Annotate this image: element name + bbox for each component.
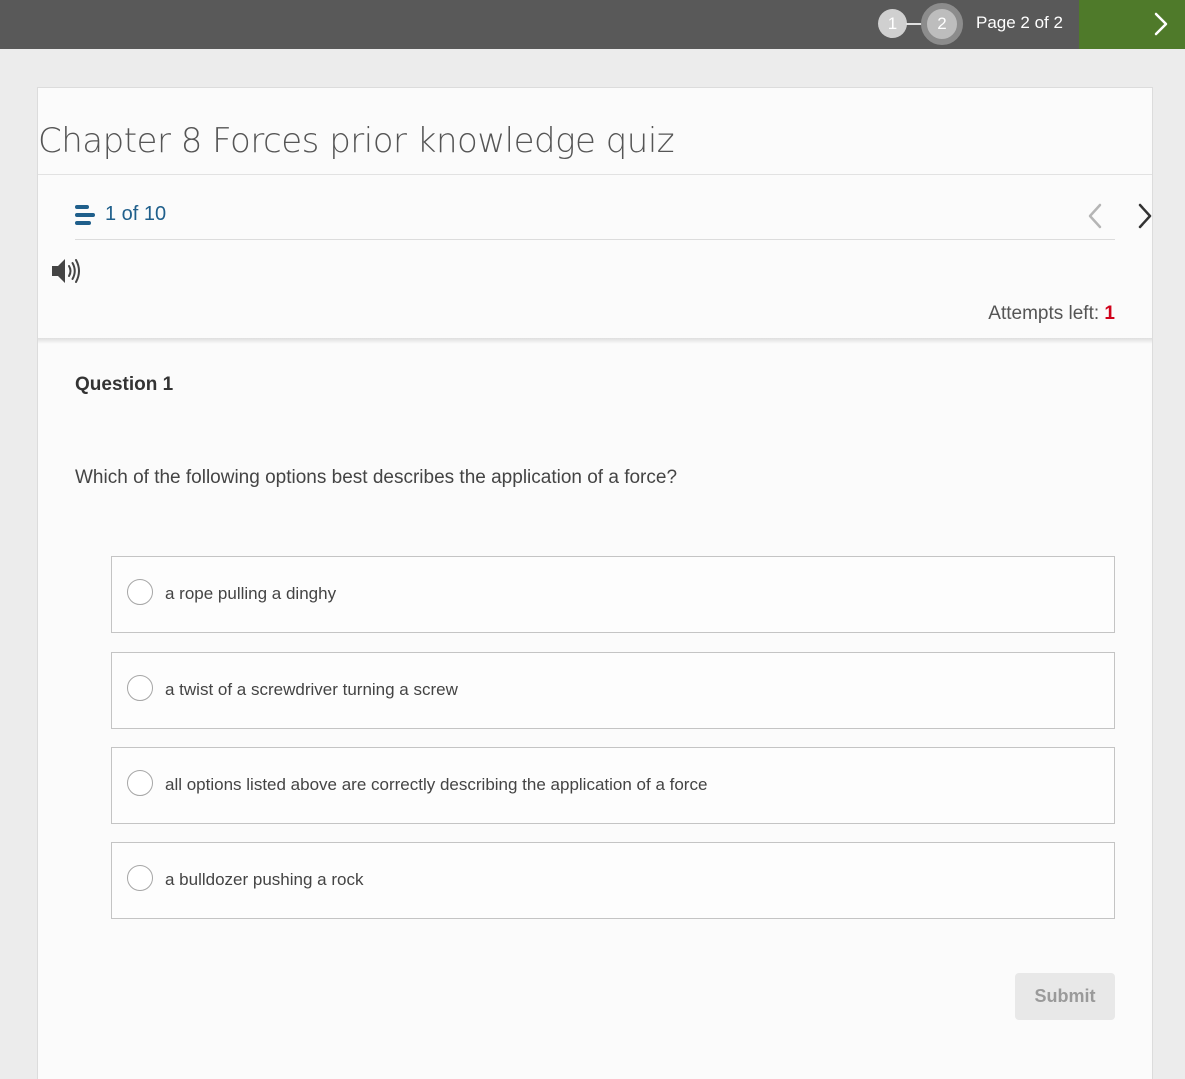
radio-button[interactable] — [127, 865, 153, 891]
answer-option[interactable]: all options listed above are correctly d… — [111, 747, 1115, 824]
answer-option-label: a twist of a screwdriver turning a screw — [165, 680, 458, 699]
radio-button[interactable] — [127, 770, 153, 796]
attempts-label: Attempts left: — [988, 303, 1100, 324]
attempts-count: 1 — [1104, 303, 1115, 324]
quiz-title: Chapter 8 Forces prior knowledge quiz — [38, 121, 675, 161]
answer-option-label: a rope pulling a dinghy — [165, 584, 337, 603]
question-number: Question 1 — [75, 374, 174, 395]
quiz-card: Chapter 8 Forces prior knowledge quiz 1 … — [37, 87, 1153, 1079]
radio-button[interactable] — [127, 579, 153, 605]
answer-option-label: all options listed above are correctly d… — [165, 775, 708, 794]
radio-button[interactable] — [127, 675, 153, 701]
chevron-right-icon — [1138, 203, 1152, 229]
question-text: Which of the following options best desc… — [75, 467, 678, 488]
question-navigation: 1 of 10 — [75, 191, 1152, 240]
submit-button[interactable]: Submit — [1015, 973, 1115, 1020]
answer-option[interactable]: a twist of a screwdriver turning a screw — [111, 652, 1115, 729]
page-step-2[interactable]: 2 — [921, 3, 963, 45]
answer-option[interactable]: a rope pulling a dinghy — [111, 556, 1115, 633]
question-counter[interactable]: 1 of 10 — [105, 203, 166, 226]
previous-question-button[interactable] — [1085, 203, 1105, 229]
chevron-left-icon — [1088, 203, 1102, 229]
page-indicator: Page 2 of 2 — [976, 13, 1063, 32]
next-question-button[interactable] — [1135, 203, 1155, 229]
next-page-button[interactable] — [1079, 0, 1185, 49]
header-shadow — [38, 338, 1152, 344]
page-step-1[interactable]: 1 — [878, 9, 907, 38]
top-bar: 1 2 Page 2 of 2 — [0, 0, 1185, 49]
answer-option-label: a bulldozer pushing a rock — [165, 870, 364, 889]
speaker-icon[interactable] — [50, 256, 82, 286]
chevron-right-icon — [1154, 12, 1168, 36]
list-icon[interactable] — [75, 205, 95, 225]
divider — [38, 174, 1152, 175]
attempts-left: Attempts left: 1 — [988, 303, 1115, 325]
answer-option[interactable]: a bulldozer pushing a rock — [111, 842, 1115, 919]
